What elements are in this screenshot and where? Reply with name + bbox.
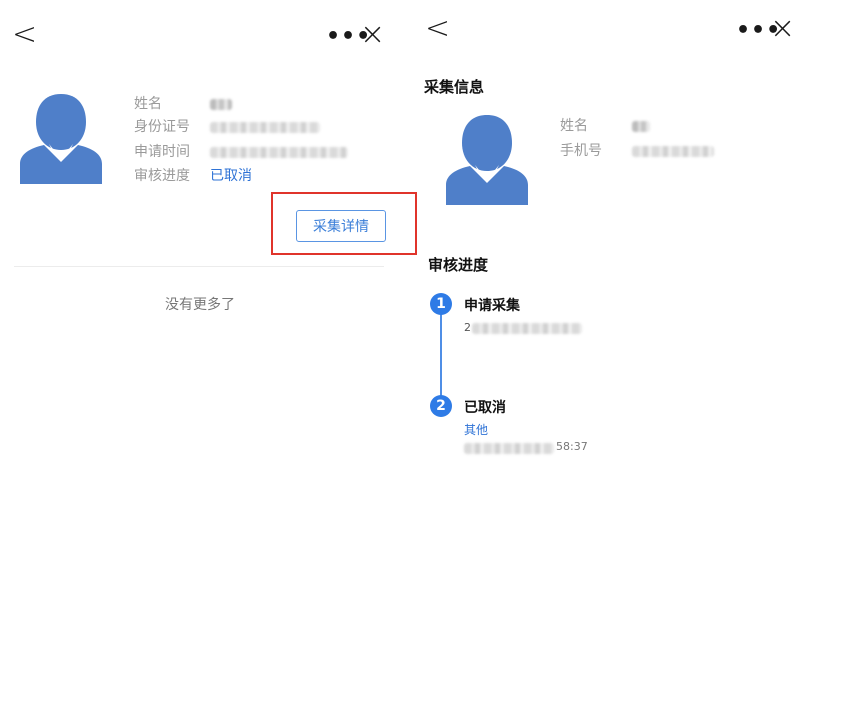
step-2-time-redacted xyxy=(464,443,554,454)
phone-label: 手机号 xyxy=(560,143,602,159)
id-number-value-redacted xyxy=(210,122,320,133)
avatar-icon xyxy=(20,94,102,184)
step-1-value-prefix: 2 xyxy=(464,321,471,334)
name-value-redacted xyxy=(210,99,232,110)
name-value-redacted xyxy=(632,121,650,132)
close-icon[interactable]: × xyxy=(770,14,795,44)
status-value: 已取消 xyxy=(210,168,252,184)
divider xyxy=(14,266,384,267)
timeline-line xyxy=(440,308,442,404)
name-label: 姓名 xyxy=(134,96,162,112)
collect-detail-button[interactable]: 采集详情 xyxy=(296,210,386,242)
id-number-label: 身份证号 xyxy=(134,119,190,135)
close-icon[interactable]: × xyxy=(360,20,385,50)
phone-value-redacted xyxy=(632,146,714,157)
review-progress-label: 审核进度 xyxy=(134,168,190,184)
step-2-reason: 其他 xyxy=(464,423,489,437)
step-1-time-redacted xyxy=(472,323,582,334)
review-progress-title: 审核进度 xyxy=(428,256,489,274)
no-more-text: 没有更多了 xyxy=(165,297,235,313)
name-label: 姓名 xyxy=(560,118,588,134)
step-2-title: 已取消 xyxy=(464,400,506,416)
back-icon[interactable]: < xyxy=(425,14,450,44)
collect-info-title: 采集信息 xyxy=(424,78,485,96)
step-2-number: 2 xyxy=(430,395,452,417)
step-2-value-suffix: 58:37 xyxy=(556,440,588,453)
step-1-number: 1 xyxy=(430,293,452,315)
avatar-icon xyxy=(446,115,528,205)
back-icon[interactable]: < xyxy=(12,20,37,50)
step-1-title: 申请采集 xyxy=(464,298,520,314)
apply-time-value-redacted xyxy=(210,147,348,158)
apply-time-label: 申请时间 xyxy=(134,144,190,160)
